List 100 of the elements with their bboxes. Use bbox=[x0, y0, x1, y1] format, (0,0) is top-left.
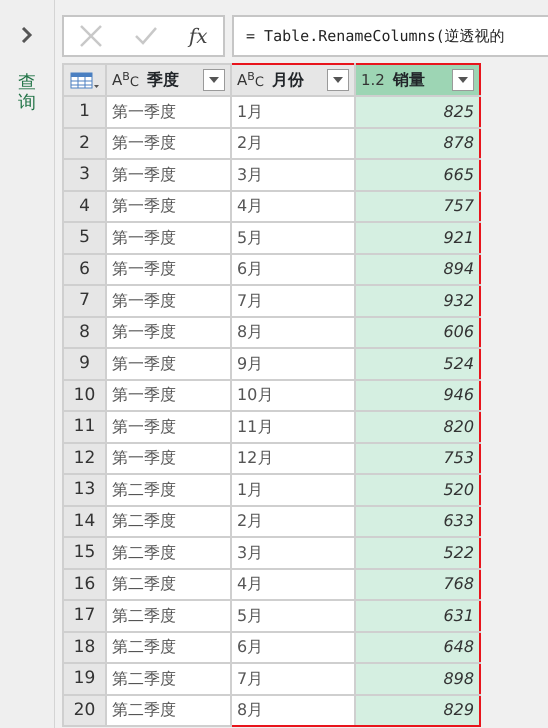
table-cell: 1月 bbox=[231, 474, 355, 506]
row-number: 13 bbox=[63, 474, 106, 506]
table-icon bbox=[70, 70, 100, 91]
table-cell: 第一季度 bbox=[106, 254, 231, 285]
table-cell: 520 bbox=[355, 474, 480, 506]
row-number: 19 bbox=[63, 663, 106, 694]
table-cell: 第二季度 bbox=[106, 537, 231, 568]
table-cell: 11月 bbox=[231, 411, 355, 442]
table-cell: 2月 bbox=[231, 506, 355, 537]
column-header[interactable]: A$^{B}$$_{C}$ 月份 bbox=[231, 64, 355, 96]
close-icon bbox=[79, 24, 104, 48]
table-cell: 932 bbox=[355, 285, 480, 316]
table-cell: 606 bbox=[355, 316, 480, 348]
table-cell: 9月 bbox=[231, 348, 355, 380]
table-cell: 898 bbox=[355, 663, 480, 694]
table-cell: 7月 bbox=[231, 663, 355, 694]
table-cell: 753 bbox=[355, 442, 480, 474]
row-number: 9 bbox=[63, 348, 106, 380]
row-number: 8 bbox=[63, 316, 106, 348]
row-number: 14 bbox=[63, 506, 106, 537]
table-cell: 第一季度 bbox=[106, 348, 231, 380]
table-cell: 第一季度 bbox=[106, 285, 231, 316]
table-cell: 6月 bbox=[231, 632, 355, 663]
table-cell: 921 bbox=[355, 222, 480, 254]
table-cell: 522 bbox=[355, 537, 480, 568]
table-cell: 8月 bbox=[231, 694, 355, 726]
table-cell: 第一季度 bbox=[106, 222, 231, 254]
table-cell: 第二季度 bbox=[106, 600, 231, 632]
table-cell: 825 bbox=[355, 96, 480, 128]
queries-pane-label[interactable]: 查询 bbox=[18, 73, 36, 113]
table-cell: 665 bbox=[355, 159, 480, 190]
row-number: 4 bbox=[63, 190, 106, 222]
checkmark-icon bbox=[134, 26, 158, 46]
table-cell: 768 bbox=[355, 568, 480, 600]
column-title: 销量 bbox=[392, 69, 426, 91]
table-cell: 第一季度 bbox=[106, 96, 231, 128]
insert-function-button[interactable]: fx bbox=[188, 21, 208, 51]
row-number: 3 bbox=[63, 159, 106, 190]
row-number: 15 bbox=[63, 537, 106, 568]
table-cell: 10月 bbox=[231, 380, 355, 411]
table-cell: 第一季度 bbox=[106, 128, 231, 159]
table-cell: 2月 bbox=[231, 128, 355, 159]
row-number: 12 bbox=[63, 442, 106, 474]
column-title: 季度 bbox=[146, 69, 180, 91]
row-number: 7 bbox=[63, 285, 106, 316]
table-cell: 第二季度 bbox=[106, 568, 231, 600]
caret-icon bbox=[333, 77, 343, 83]
table-cell: 648 bbox=[355, 632, 480, 663]
filter-dropdown-button[interactable] bbox=[203, 69, 225, 91]
table-cell: 第一季度 bbox=[106, 159, 231, 190]
table-cell: 第一季度 bbox=[106, 316, 231, 348]
caret-icon bbox=[209, 77, 219, 83]
table-cell: 第一季度 bbox=[106, 442, 231, 474]
row-number: 5 bbox=[63, 222, 106, 254]
table-cell: 第二季度 bbox=[106, 506, 231, 537]
table-cell: 5月 bbox=[231, 600, 355, 632]
table-cell: 524 bbox=[355, 348, 480, 380]
table-cell: 8月 bbox=[231, 316, 355, 348]
table-cell: 第二季度 bbox=[106, 663, 231, 694]
table-cell: 631 bbox=[355, 600, 480, 632]
table-cell: 7月 bbox=[231, 285, 355, 316]
chevron-right-icon[interactable] bbox=[21, 27, 33, 43]
table-cell: 第一季度 bbox=[106, 411, 231, 442]
table-cell: 1月 bbox=[231, 96, 355, 128]
table-cell: 878 bbox=[355, 128, 480, 159]
caret-icon bbox=[458, 77, 468, 83]
column-header[interactable]: 1.2 销量 bbox=[355, 64, 480, 96]
table-cell: 第二季度 bbox=[106, 474, 231, 506]
table-cell: 第二季度 bbox=[106, 694, 231, 726]
table-cell: 4月 bbox=[231, 190, 355, 222]
table-cell: 12月 bbox=[231, 442, 355, 474]
number-type-label: 1.2 bbox=[361, 70, 385, 91]
row-number: 2 bbox=[63, 128, 106, 159]
table-cell: 第二季度 bbox=[106, 632, 231, 663]
row-number: 17 bbox=[63, 600, 106, 632]
column-title: 月份 bbox=[272, 69, 305, 91]
table-cell: 5月 bbox=[231, 222, 355, 254]
row-number: 18 bbox=[63, 632, 106, 663]
row-number: 10 bbox=[63, 380, 106, 411]
table-cell: 894 bbox=[355, 254, 480, 285]
row-number: 20 bbox=[63, 694, 106, 726]
table-cell: 6月 bbox=[231, 254, 355, 285]
table-cell: 4月 bbox=[231, 568, 355, 600]
table-cell: 757 bbox=[355, 190, 480, 222]
row-number: 6 bbox=[63, 254, 106, 285]
table-cell: 633 bbox=[355, 506, 480, 537]
column-header[interactable]: A$^{B}$$_{C}$ 季度 bbox=[106, 64, 231, 96]
row-number: 1 bbox=[63, 96, 106, 128]
table-cell: 3月 bbox=[231, 159, 355, 190]
table-cell: 820 bbox=[355, 411, 480, 442]
table-cell: 946 bbox=[355, 380, 480, 411]
row-number: 11 bbox=[63, 411, 106, 442]
table-cell: 第一季度 bbox=[106, 380, 231, 411]
table-cell: 第一季度 bbox=[106, 190, 231, 222]
row-number: 16 bbox=[63, 568, 106, 600]
table-menu-button[interactable] bbox=[63, 64, 106, 96]
formula-field[interactable]: = Table.RenameColumns(逆透视的 bbox=[232, 15, 548, 57]
table-cell: 829 bbox=[355, 694, 480, 726]
filter-dropdown-button[interactable] bbox=[327, 69, 349, 91]
filter-dropdown-button[interactable] bbox=[452, 69, 474, 91]
